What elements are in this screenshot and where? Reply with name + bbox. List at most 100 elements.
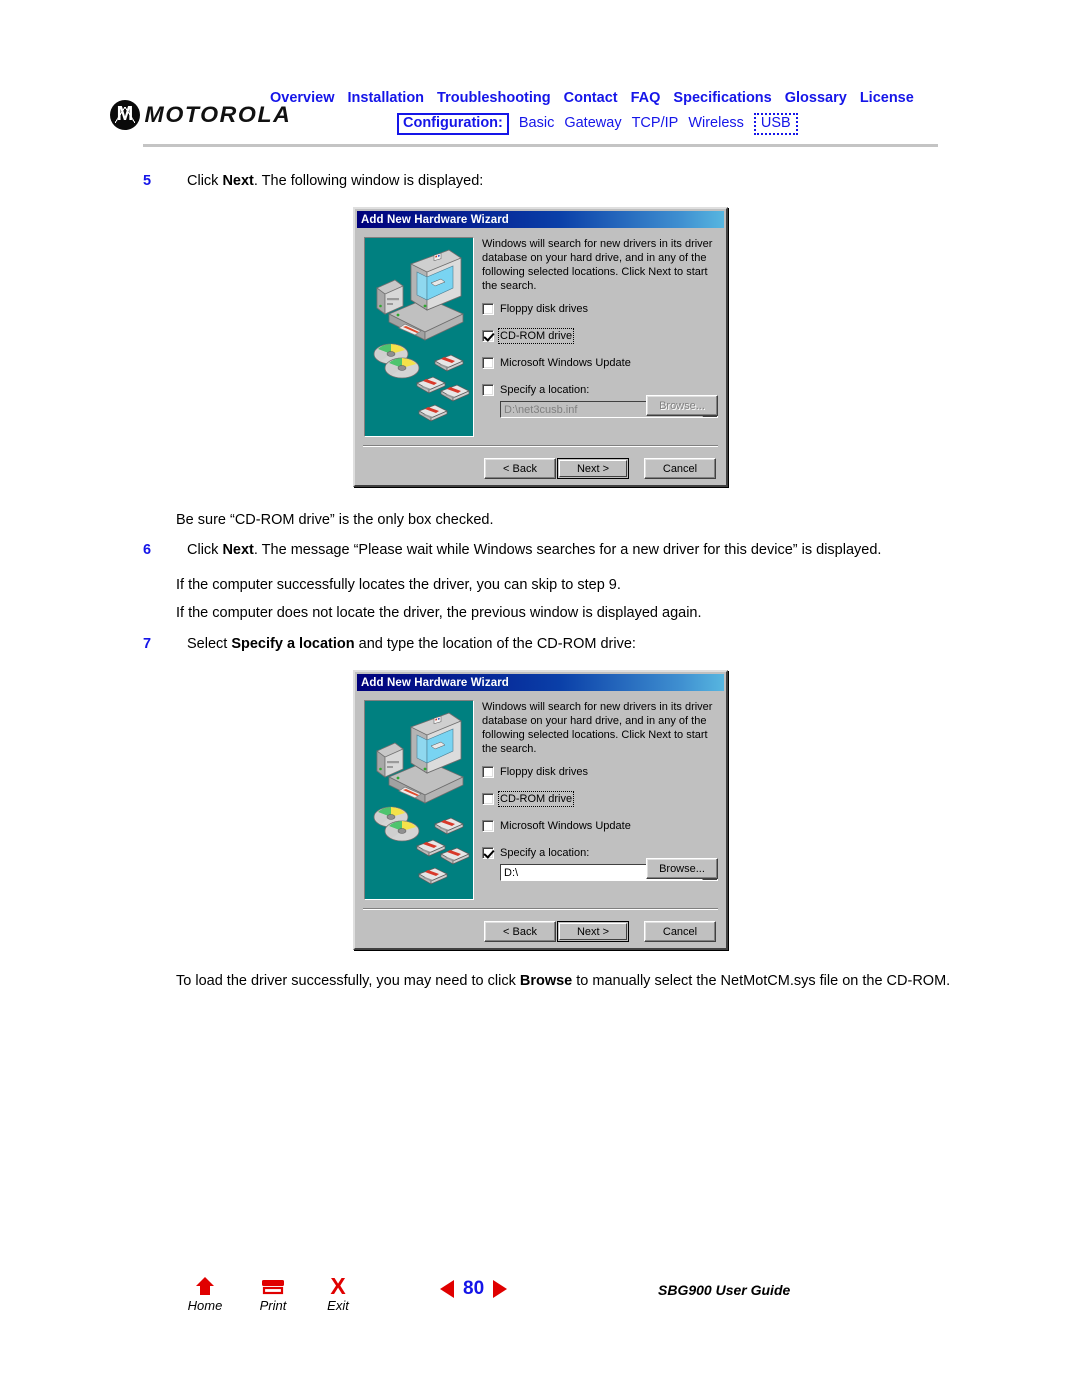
dialog1-next-button[interactable]: Next >: [557, 458, 629, 479]
step-7-text-after: and type the location of the CD-ROM driv…: [354, 636, 636, 652]
checkbox-box-icon[interactable]: [482, 357, 494, 370]
step-7-bold: Specify a location: [231, 636, 355, 652]
step-7-text: Select Specify a location and type the l…: [187, 635, 1023, 655]
close-icon: X: [306, 1273, 370, 1299]
exit-x-glyph: X: [330, 1273, 346, 1299]
nav-item-faq[interactable]: FAQ: [631, 90, 661, 106]
page-navigation: 80: [440, 1278, 508, 1300]
closing-bold-browse: Browse: [519, 973, 573, 989]
step-6-sub-1: If the computer successfully locates the…: [176, 577, 621, 593]
top-navigation: Overview Installation Troubleshooting Co…: [270, 90, 950, 135]
print-button[interactable]: Print: [241, 1275, 305, 1313]
step-5: 5 Click Next. The following window is di…: [143, 172, 1003, 192]
nav-item-basic[interactable]: Basic: [519, 115, 554, 131]
nav-item-specifications[interactable]: Specifications: [673, 90, 771, 106]
dialog2-checkbox-label-3: Specify a location:: [500, 847, 590, 860]
dialog1-cancel-button[interactable]: Cancel: [644, 458, 716, 479]
home-button[interactable]: Home: [173, 1275, 237, 1313]
next-page-icon[interactable]: [493, 1280, 508, 1298]
nav-item-gateway[interactable]: Gateway: [564, 115, 621, 131]
dialog2-checkbox-microsoft-windows-update[interactable]: Microsoft Windows Update: [482, 819, 718, 833]
note-only-cdrom-checked: Be sure “CD-ROM drive” is the only box c…: [176, 512, 494, 528]
dialog2-checkbox-label-2: Microsoft Windows Update: [500, 820, 631, 833]
step-5-number: 5: [143, 173, 152, 189]
checkbox-box-checked-icon[interactable]: [482, 847, 494, 860]
computer-and-media-illustration: [373, 712, 470, 885]
dialog2-button-bar: < Back Next > Cancel: [357, 921, 716, 942]
dialog2-cancel-button[interactable]: Cancel: [644, 921, 716, 942]
dialog1-titlebar: Add New Hardware Wizard: [357, 211, 724, 228]
guide-title: SBG900 User Guide: [658, 1282, 791, 1298]
nav-item-glossary[interactable]: Glossary: [785, 90, 847, 106]
step-7-number: 7: [143, 636, 152, 652]
home-arrow-icon: [196, 1277, 214, 1295]
dialog1-checkbox-cd-rom-drive[interactable]: CD-ROM drive: [482, 328, 718, 345]
dialog2-next-button[interactable]: Next >: [557, 921, 629, 942]
step-5-text-before: Click: [187, 173, 223, 189]
dialog-add-new-hardware-wizard-2[interactable]: Add New Hardware Wizard Windows will sea…: [353, 670, 728, 950]
dialog1-checkbox-label-0: Floppy disk drives: [500, 303, 589, 316]
closing-paragraph: To load the driver successfully, you may…: [176, 971, 966, 992]
header-divider: [143, 144, 938, 147]
step-5-bold: Next: [222, 173, 254, 189]
exit-label: Exit: [327, 1298, 349, 1313]
dialog1-checkbox-floppy-disk-drives[interactable]: Floppy disk drives: [482, 302, 718, 316]
step-6: 6 Click Next. The message “Please wait w…: [143, 541, 1023, 561]
dialog1-next-button-label: Next >: [559, 460, 627, 477]
home-icon: [173, 1275, 237, 1297]
checkbox-box-icon[interactable]: [482, 766, 494, 779]
checkbox-box-icon[interactable]: [482, 384, 494, 397]
dialog2-content: Windows will search for new drivers in i…: [482, 700, 718, 889]
previous-page-icon[interactable]: [440, 1280, 454, 1298]
printer-glyph-icon: [262, 1280, 284, 1295]
checkbox-box-icon[interactable]: [482, 793, 494, 806]
dialog1-checkbox-label-3: Specify a location:: [500, 384, 590, 397]
dialog1-separator: [363, 445, 718, 447]
dialog2-checkbox-floppy-disk-drives[interactable]: Floppy disk drives: [482, 765, 718, 779]
step-6-bold: Next: [222, 542, 254, 558]
home-label: Home: [187, 1298, 223, 1313]
checkbox-box-icon[interactable]: [482, 820, 494, 833]
motorola-batwing-icon: M: [110, 100, 140, 130]
dialog1-button-bar: < Back Next > Cancel: [357, 458, 716, 479]
step-7-text-before: Select: [187, 636, 232, 652]
dialog-add-new-hardware-wizard-1[interactable]: Add New Hardware Wizard Windows will sea…: [353, 207, 728, 487]
step-6-number: 6: [143, 542, 152, 558]
nav-item-overview[interactable]: Overview: [270, 90, 335, 106]
step-5-text: Click Next. The following window is disp…: [187, 172, 1003, 192]
dialog1-checkbox-microsoft-windows-update[interactable]: Microsoft Windows Update: [482, 356, 718, 370]
nav-item-wireless[interactable]: Wireless: [688, 115, 744, 131]
step-6-sub-2: If the computer does not locate the driv…: [176, 605, 702, 621]
dialog2-separator: [363, 908, 718, 910]
dialog1-description: Windows will search for new drivers in i…: [482, 238, 713, 293]
page-number: 80: [463, 1278, 485, 1299]
dialog1-back-button[interactable]: < Back: [484, 458, 556, 479]
dialog1-browse-button[interactable]: Browse...: [646, 395, 718, 416]
dialog2-description: Windows will search for new drivers in i…: [482, 701, 713, 756]
exit-button[interactable]: X Exit: [306, 1273, 370, 1314]
nav-item-contact[interactable]: Contact: [564, 90, 618, 106]
motorola-logo: M MOTOROLA: [110, 100, 290, 130]
computer-and-media-illustration: [373, 249, 470, 422]
nav-item-installation[interactable]: Installation: [348, 90, 425, 106]
checkbox-box-checked-icon[interactable]: [482, 330, 494, 343]
dialog2-checkbox-cd-rom-drive[interactable]: CD-ROM drive: [482, 791, 718, 808]
step-6-text-before: Click: [187, 542, 223, 558]
dialog2-browse-button[interactable]: Browse...: [646, 858, 718, 879]
closing-part-2: to manually select the NetMotCM.sys file…: [572, 973, 951, 989]
step-7: 7 Select Specify a location and type the…: [143, 635, 1023, 655]
nav-item-usb[interactable]: USB: [753, 113, 798, 135]
dialog2-checkbox-label-0: Floppy disk drives: [500, 766, 589, 779]
checkbox-box-icon[interactable]: [482, 303, 494, 316]
nav-item-license[interactable]: License: [860, 90, 914, 106]
nav-secondary-row: Configuration: Basic Gateway TCP/IP Wire…: [270, 113, 950, 135]
dialog2-back-button[interactable]: < Back: [484, 921, 556, 942]
step-5-text-after: . The following window is displayed:: [253, 173, 484, 189]
nav-item-troubleshooting[interactable]: Troubleshooting: [437, 90, 551, 106]
dialog2-titlebar: Add New Hardware Wizard: [357, 674, 724, 691]
dialog2-illustration: [364, 700, 474, 900]
nav-item-configuration[interactable]: Configuration:: [397, 113, 509, 135]
nav-item-tcpip[interactable]: TCP/IP: [632, 115, 679, 131]
step-6-text: Click Next. The message “Please wait whi…: [187, 541, 1023, 561]
dialog1-checkbox-label-2: Microsoft Windows Update: [500, 357, 631, 370]
